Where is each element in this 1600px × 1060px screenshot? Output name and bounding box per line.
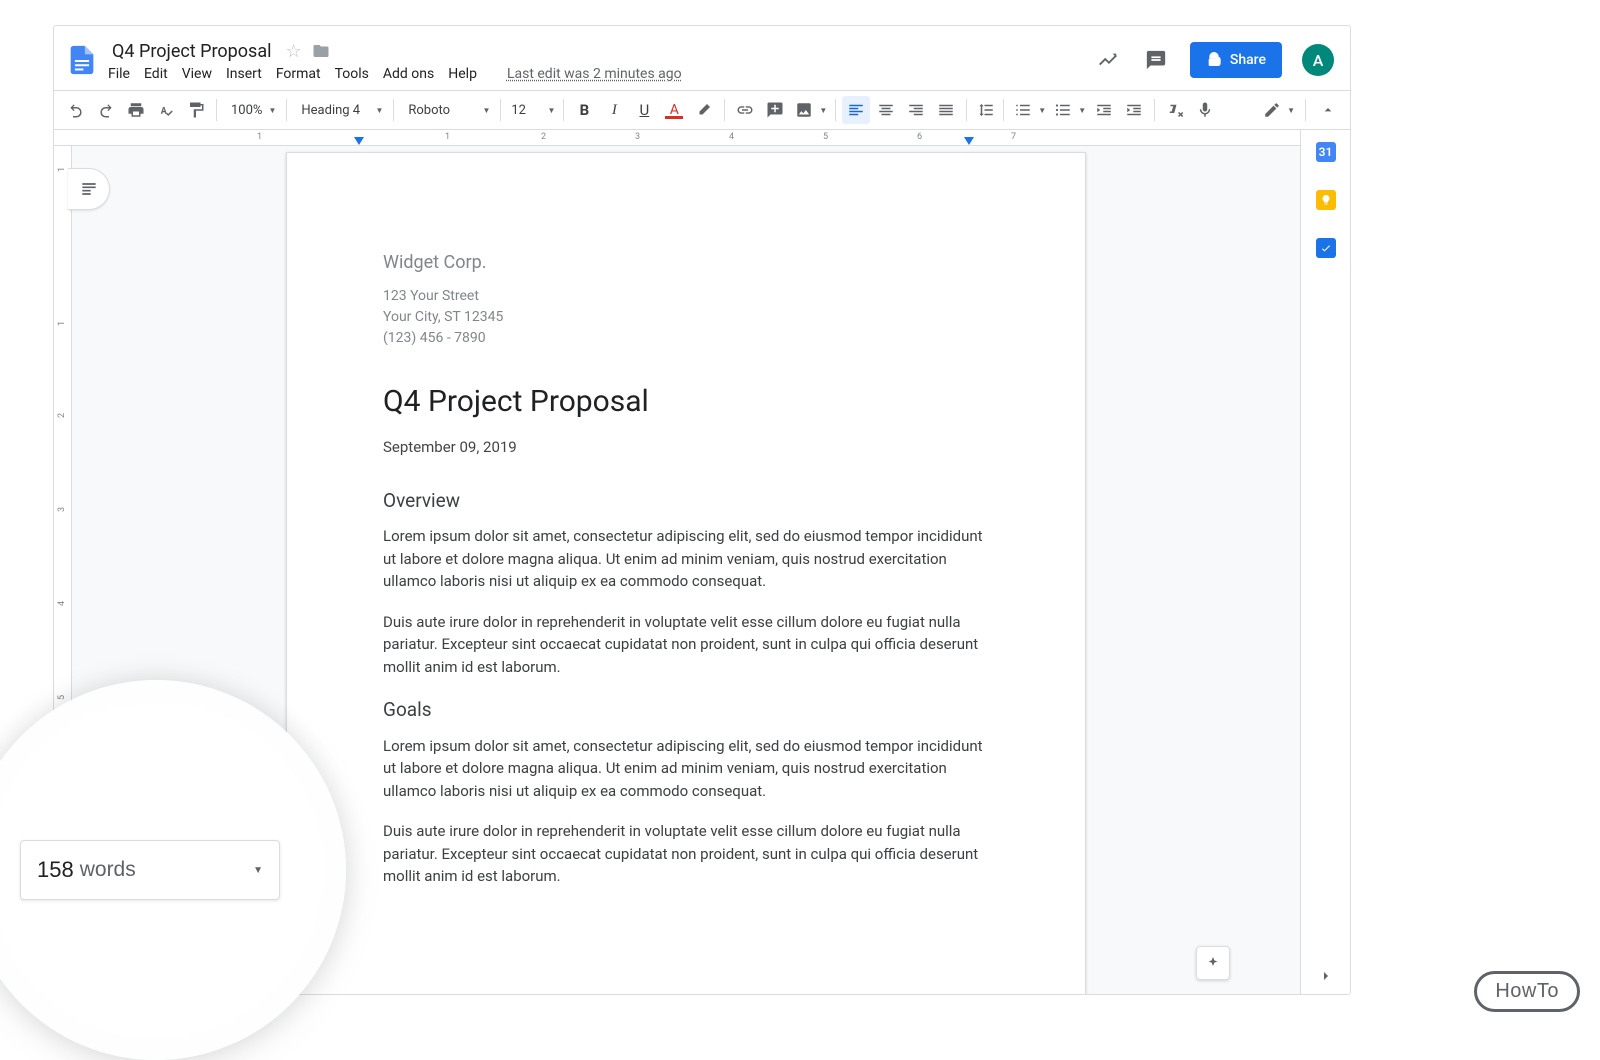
insert-image-button[interactable]: ▼: [791, 96, 829, 124]
clear-formatting-button[interactable]: [1161, 96, 1189, 124]
word-count-dropdown[interactable]: 158 words ▼: [20, 840, 280, 900]
font-dropdown[interactable]: Roboto▼: [400, 96, 494, 124]
title-bar: Q4 Project Proposal ☆ File Edit View Ins…: [54, 26, 1350, 90]
align-justify-button[interactable]: [932, 96, 960, 124]
overview-heading: Overview: [383, 487, 989, 516]
body-paragraph: Lorem ipsum dolor sit amet, consectetur …: [383, 525, 989, 593]
chevron-down-icon: ▼: [253, 865, 263, 876]
left-margin-marker-icon[interactable]: [354, 137, 364, 145]
align-center-button[interactable]: [872, 96, 900, 124]
underline-button[interactable]: U: [630, 96, 658, 124]
undo-button[interactable]: [62, 96, 90, 124]
side-panel: 31: [1300, 130, 1350, 994]
hide-panel-button[interactable]: [1318, 968, 1334, 984]
bulleted-list-button[interactable]: ▼: [1050, 96, 1088, 124]
calendar-icon[interactable]: 31: [1316, 142, 1336, 162]
document-title[interactable]: Q4 Project Proposal: [108, 39, 276, 64]
print-button[interactable]: [122, 96, 150, 124]
font-size-dropdown[interactable]: 12▼: [507, 96, 557, 124]
doc-heading-1: Q4 Project Proposal: [383, 379, 989, 424]
line-spacing-button[interactable]: [973, 96, 997, 124]
align-right-button[interactable]: [902, 96, 930, 124]
paint-format-button[interactable]: [182, 96, 210, 124]
document-page[interactable]: Widget Corp. 123 Your Street Your City, …: [286, 152, 1086, 994]
text-color-button[interactable]: A: [660, 96, 688, 124]
last-edit-link[interactable]: Last edit was 2 minutes ago: [507, 66, 682, 82]
body-paragraph: Duis aute irure dolor in reprehenderit i…: [383, 611, 989, 679]
horizontal-ruler[interactable]: 1 1 2 3 4 5 6 7: [54, 130, 1300, 146]
share-label: Share: [1230, 52, 1266, 68]
move-folder-icon[interactable]: [312, 42, 330, 60]
align-left-button[interactable]: [842, 96, 870, 124]
collapse-toolbar-button[interactable]: [1314, 96, 1342, 124]
numbered-list-button[interactable]: ▼: [1010, 96, 1048, 124]
tasks-icon[interactable]: [1316, 238, 1336, 258]
doc-date: September 09, 2019: [383, 436, 989, 459]
menu-help[interactable]: Help: [448, 66, 477, 82]
menu-format[interactable]: Format: [276, 66, 321, 82]
company-address: 123 Your Street Your City, ST 12345 (123…: [383, 286, 989, 349]
highlight-button[interactable]: [690, 96, 718, 124]
right-margin-marker-icon[interactable]: [964, 137, 974, 145]
menu-addons[interactable]: Add ons: [383, 66, 434, 82]
voice-typing-button[interactable]: [1191, 96, 1219, 124]
docs-logo-icon[interactable]: [62, 40, 102, 80]
activity-icon[interactable]: [1094, 46, 1122, 74]
star-icon[interactable]: ☆: [286, 41, 302, 62]
redo-button[interactable]: [92, 96, 120, 124]
bold-button[interactable]: B: [570, 96, 598, 124]
company-name: Widget Corp.: [383, 249, 989, 276]
toolbar: 100%▼ Heading 4▼ Roboto▼ 12▼ B I U A ▼ ▼…: [54, 90, 1350, 130]
word-count-label: words: [80, 858, 136, 882]
menu-file[interactable]: File: [108, 66, 130, 82]
body-paragraph: Lorem ipsum dolor sit amet, consectetur …: [383, 735, 989, 803]
spellcheck-button[interactable]: [152, 96, 180, 124]
menu-insert[interactable]: Insert: [226, 66, 262, 82]
insert-link-button[interactable]: [731, 96, 759, 124]
zoom-dropdown[interactable]: 100%▼: [223, 96, 280, 124]
menu-tools[interactable]: Tools: [335, 66, 369, 82]
menu-bar: File Edit View Insert Format Tools Add o…: [108, 66, 1094, 82]
word-count-number: 158: [37, 857, 74, 883]
body-paragraph: Duis aute irure dolor in reprehenderit i…: [383, 820, 989, 888]
howto-watermark: HowTo: [1474, 971, 1580, 1012]
menu-view[interactable]: View: [182, 66, 212, 82]
increase-indent-button[interactable]: [1120, 96, 1148, 124]
goals-heading: Goals: [383, 696, 989, 725]
share-button[interactable]: Share: [1190, 42, 1282, 78]
comments-icon[interactable]: [1142, 46, 1170, 74]
insert-comment-button[interactable]: [761, 96, 789, 124]
editing-mode-button[interactable]: ▼: [1259, 96, 1297, 124]
account-avatar[interactable]: A: [1302, 44, 1334, 76]
explore-button[interactable]: [1196, 946, 1230, 980]
keep-icon[interactable]: [1316, 190, 1336, 210]
decrease-indent-button[interactable]: [1090, 96, 1118, 124]
italic-button[interactable]: I: [600, 96, 628, 124]
menu-edit[interactable]: Edit: [144, 66, 168, 82]
paragraph-style-dropdown[interactable]: Heading 4▼: [293, 96, 387, 124]
